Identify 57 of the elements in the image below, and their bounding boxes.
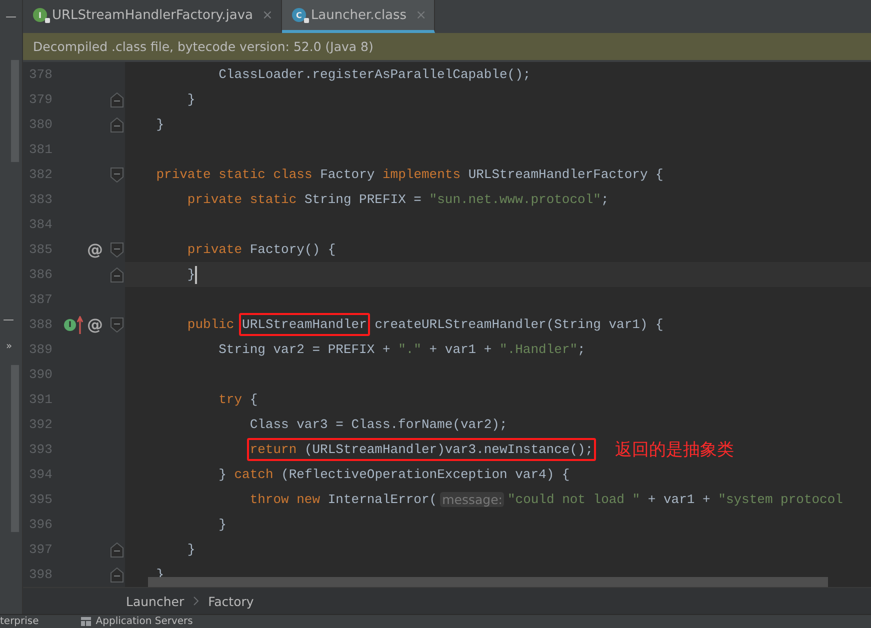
- file-tab[interactable]: C Launcher.class ×: [282, 0, 436, 33]
- server-icon: [80, 617, 91, 626]
- code-text: + var1 +: [648, 492, 710, 507]
- annotation-note: 返回的是抽象类: [615, 439, 734, 461]
- code-text: (ReflectiveOperationException var4) {: [281, 467, 570, 482]
- code-text: }: [187, 267, 196, 282]
- tab-label: Launcher.class: [310, 8, 407, 22]
- minimize-button[interactable]: —: [3, 313, 14, 327]
- code-text: + var1 +: [429, 342, 492, 357]
- code-text: ;: [578, 342, 586, 357]
- code-text: }: [218, 467, 226, 482]
- override-icon[interactable]: @: [87, 315, 103, 334]
- code-text: InternalError(: [328, 492, 438, 507]
- expand-button[interactable]: »: [6, 340, 12, 354]
- tab-label: URLStreamHandlerFactory.java: [52, 8, 254, 22]
- code-text: try: [218, 392, 242, 407]
- code-text: return: [250, 442, 297, 457]
- code-text: private: [187, 242, 242, 257]
- code-text: String PREFIX =: [304, 192, 422, 207]
- code-text: ;: [600, 192, 609, 207]
- parameter-hint: message:: [440, 492, 504, 507]
- code-text: Factory() {: [250, 242, 336, 257]
- code-text: "could not load ": [507, 492, 640, 507]
- code-text: ".Handler": [500, 342, 578, 357]
- code-text: public: [187, 317, 234, 332]
- code-text: (URLStreamHandler)var3.newInstance();: [304, 442, 594, 457]
- code-text: catch: [234, 467, 274, 482]
- code-text: implements: [382, 167, 460, 182]
- tool-window-button[interactable]: Application Servers: [96, 616, 193, 628]
- code-text: }: [187, 542, 196, 557]
- code-text: private static class: [156, 167, 312, 182]
- breadcrumb-item[interactable]: Launcher: [126, 594, 184, 608]
- code-text: Class var3 = Class.forName(var2);: [250, 417, 508, 432]
- code-text: URLStreamHandlerFactory {: [468, 167, 664, 182]
- info-banner: Decompiled .class file, bytecode version: 52.0 (Java 8): [23, 33, 871, 62]
- text-caret: [195, 266, 198, 284]
- tool-window-button[interactable]: terprise: [0, 616, 39, 628]
- minimize-button[interactable]: —: [6, 10, 16, 24]
- code-text: ".": [398, 342, 422, 357]
- code-text: throw new: [250, 492, 320, 507]
- override-icon[interactable]: @: [87, 240, 103, 259]
- file-type-icon: C: [292, 8, 306, 22]
- code-text: String var2 = PREFIX +: [218, 342, 390, 357]
- code-text: }: [156, 117, 164, 132]
- chevron-icon: [193, 596, 200, 606]
- file-type-icon: I: [33, 8, 47, 22]
- code-text: }: [187, 92, 196, 107]
- breadcrumb-item[interactable]: Factory: [208, 594, 254, 608]
- code-text: private static: [187, 192, 297, 207]
- code-text: ClassLoader.registerAsParallelCapable();: [218, 67, 531, 82]
- code-text: }: [218, 517, 226, 532]
- code-text: createURLStreamHandler(String var1) {: [374, 317, 664, 332]
- code-text: "system protocol: [718, 492, 843, 507]
- code-text: {: [250, 392, 258, 407]
- code-text: "sun.net.www.protocol": [429, 192, 601, 207]
- code-text: Factory: [320, 167, 375, 182]
- code-text: URLStreamHandler: [242, 317, 367, 332]
